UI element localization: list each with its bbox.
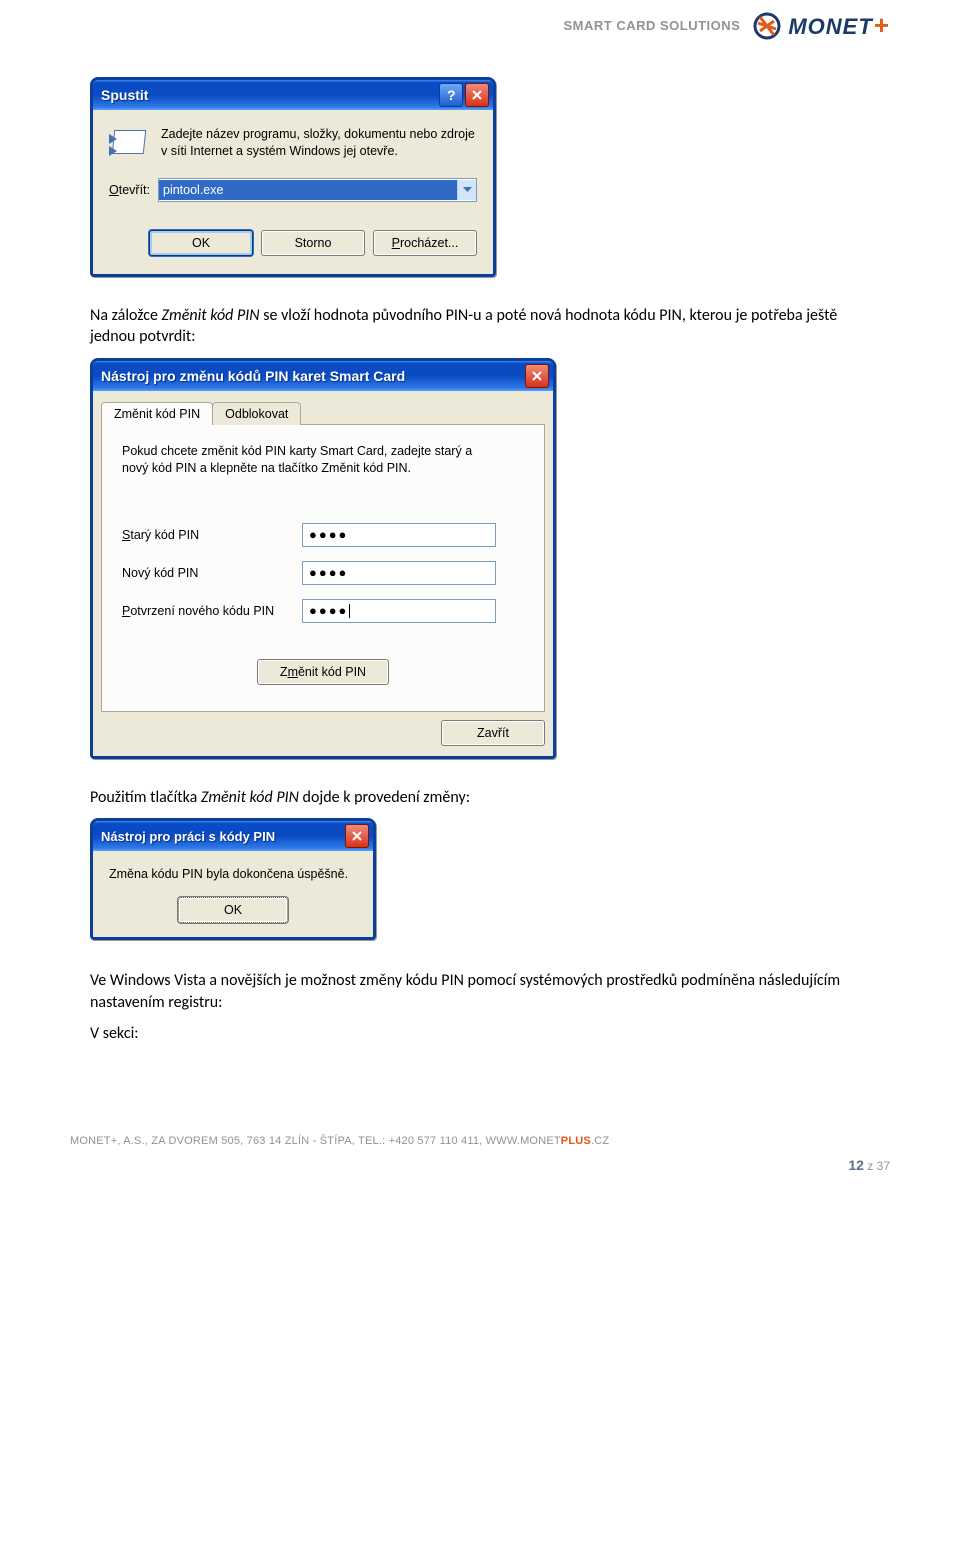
page-header: SMART CARD SOLUTIONS MONET+ xyxy=(0,0,960,47)
dropdown-button[interactable] xyxy=(457,180,476,200)
tab-row: Změnit kód PIN Odblokovat xyxy=(93,391,553,424)
svg-text:?: ? xyxy=(447,88,456,102)
chevron-down-icon xyxy=(463,187,472,193)
ok-button[interactable]: OK xyxy=(149,230,253,256)
open-label: Otevřít: xyxy=(109,183,150,197)
logo-plus: + xyxy=(874,10,890,40)
tab-change-pin[interactable]: Změnit kód PIN xyxy=(101,402,213,425)
msgbox-text: Změna kódu PIN byla dokončena úspěšně. xyxy=(109,867,357,881)
msgbox-titlebar[interactable]: Nástroj pro práci s kódy PIN xyxy=(93,821,373,851)
tab-unblock[interactable]: Odblokovat xyxy=(212,402,301,425)
run-icon xyxy=(109,126,147,158)
globe-icon xyxy=(752,11,782,41)
pin-tool-title: Nástroj pro změnu kódů PIN karet Smart C… xyxy=(101,368,523,384)
footer-address: MONET+, A.S., ZA DVOREM 505, 763 14 ZLÍN… xyxy=(70,1135,890,1147)
close-icon xyxy=(471,89,483,101)
cancel-button[interactable]: Storno xyxy=(261,230,365,256)
close-dialog-button[interactable]: Zavřít xyxy=(441,720,545,746)
open-value: pintool.exe xyxy=(159,180,457,200)
confirm-pin-input[interactable]: ●●●● xyxy=(302,599,496,623)
monet-logo: MONET+ xyxy=(752,10,890,41)
new-pin-label: Nový kód PIN xyxy=(122,566,292,580)
browse-button[interactable]: Procházet... xyxy=(373,230,477,256)
new-pin-input[interactable]: ●●●● xyxy=(302,561,496,585)
close-icon xyxy=(531,370,543,382)
success-msgbox: Nástroj pro práci s kódy PIN Změna kódu … xyxy=(90,818,376,940)
change-pin-button[interactable]: Změnit kód PIN xyxy=(257,659,389,685)
confirm-pin-label: Potvrzení nového kódu PIN xyxy=(122,604,292,618)
run-description: Zadejte název programu, složky, dokument… xyxy=(161,126,477,160)
help-icon: ? xyxy=(446,88,457,102)
old-pin-label: Starý kód PIN xyxy=(122,528,292,542)
close-button[interactable] xyxy=(465,83,489,107)
para-2: Použitím tlačítka Změnit kód PIN dojde k… xyxy=(90,787,870,809)
run-title: Spustit xyxy=(101,87,437,103)
close-icon xyxy=(351,830,363,842)
para-4: V sekci: xyxy=(90,1023,870,1045)
close-button[interactable] xyxy=(525,364,549,388)
open-combobox[interactable]: pintool.exe xyxy=(158,178,477,202)
msgbox-body: Změna kódu PIN byla dokončena úspěšně. O… xyxy=(93,851,373,937)
para-3: Ve Windows Vista a novějších je možnost … xyxy=(90,970,870,1013)
tab-panel: Pokud chcete změnit kód PIN karty Smart … xyxy=(101,424,545,712)
page-content: Spustit ? Zadejte název programu, složky… xyxy=(0,77,960,1095)
ok-button[interactable]: OK xyxy=(178,897,288,923)
para-1: Na záložce Změnit kód PIN se vloží hodno… xyxy=(90,305,870,348)
run-titlebar[interactable]: Spustit ? xyxy=(93,80,493,110)
page-number: 12 z 37 xyxy=(848,1157,890,1173)
page-footer: MONET+, A.S., ZA DVOREM 505, 763 14 ZLÍN… xyxy=(0,1135,960,1175)
run-dialog: Spustit ? Zadejte název programu, složky… xyxy=(90,77,496,277)
pin-tool-titlebar[interactable]: Nástroj pro změnu kódů PIN karet Smart C… xyxy=(93,361,553,391)
pin-tool-dialog: Nástroj pro změnu kódů PIN karet Smart C… xyxy=(90,358,556,759)
msgbox-title: Nástroj pro práci s kódy PIN xyxy=(101,829,343,844)
close-button[interactable] xyxy=(345,824,369,848)
old-pin-input[interactable]: ●●●● xyxy=(302,523,496,547)
pin-description: Pokud chcete změnit kód PIN karty Smart … xyxy=(122,443,482,477)
help-button[interactable]: ? xyxy=(439,83,463,107)
run-body: Zadejte název programu, složky, dokument… xyxy=(93,110,493,274)
pin-tool-body: Změnit kód PIN Odblokovat Pokud chcete z… xyxy=(93,391,553,756)
logo-text: MONET+ xyxy=(788,10,890,41)
header-tagline: SMART CARD SOLUTIONS xyxy=(564,18,741,33)
